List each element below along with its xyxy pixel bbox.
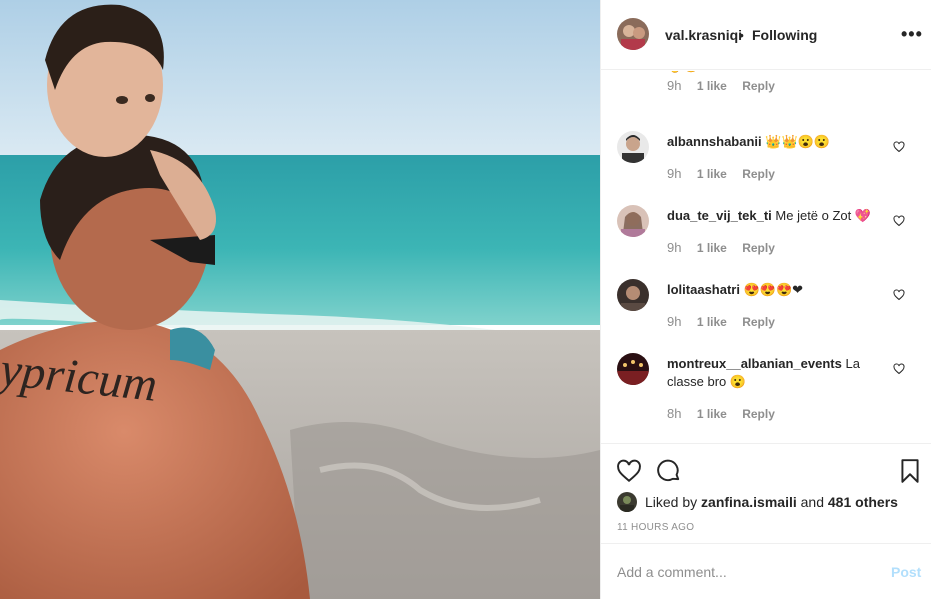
comments-list[interactable]: ✌😍 9h 1 like Reply albannshabanii 👑👑😮😮 9… <box>601 71 931 443</box>
post-actions: Liked by zanfina.ismaili and 481 others … <box>601 443 931 543</box>
header-separator: • <box>739 27 744 43</box>
comment-likes[interactable]: 1 like <box>697 241 727 255</box>
reply-button[interactable]: Reply <box>742 315 775 329</box>
comment-like-heart-icon[interactable] <box>893 289 905 301</box>
liked-by-prefix: Liked by <box>645 494 698 510</box>
commenter-avatar[interactable] <box>617 131 649 163</box>
comment-text: ✌😍 <box>667 71 877 75</box>
comment-meta: 9h 1 like Reply <box>667 314 775 329</box>
post-photo: ypricum <box>0 0 600 599</box>
add-comment-bar: Add a comment... Post <box>601 543 931 599</box>
beach-photo-image: ypricum <box>0 0 600 599</box>
post-header: val.krasniqi • Following ••• <box>601 0 931 70</box>
liked-by-connector: and <box>800 494 824 510</box>
likes-summary: Liked by zanfina.ismaili and 481 others <box>617 492 898 512</box>
liker-avatar[interactable] <box>617 492 637 512</box>
add-comment-input[interactable]: Add a comment... <box>617 564 727 580</box>
commenter-username[interactable]: albannshabanii <box>667 134 762 149</box>
commenter-username[interactable]: lolitaashatri <box>667 282 740 297</box>
comment-time[interactable]: 8h <box>667 406 681 421</box>
comment-likes[interactable]: 1 like <box>697 315 727 329</box>
comment-text: lolitaashatri 😍😍😍❤ <box>667 282 804 297</box>
bookmark-icon[interactable] <box>897 458 923 484</box>
reply-button[interactable]: Reply <box>742 167 775 181</box>
commenter-avatar[interactable] <box>617 279 649 311</box>
comment-time[interactable]: 9h <box>667 78 681 93</box>
comment-like-heart-icon[interactable] <box>893 215 905 227</box>
heart-outline-icon[interactable] <box>616 458 642 484</box>
commenter-username[interactable]: dua_te_vij_tek_ti <box>667 208 772 223</box>
comment-time[interactable]: 9h <box>667 314 681 329</box>
author-avatar[interactable] <box>617 18 649 50</box>
following-button[interactable]: Following <box>752 27 817 43</box>
comment-text: montreux__albanian_events La classe bro … <box>667 356 860 389</box>
comment-like-heart-icon[interactable] <box>893 363 905 375</box>
comment-meta: 9h 1 like Reply <box>667 240 775 255</box>
comment-meta: 9h 1 like Reply <box>667 78 775 93</box>
liked-by-others[interactable]: 481 others <box>828 494 898 510</box>
more-options-icon[interactable]: ••• <box>901 24 923 45</box>
comment-likes[interactable]: 1 like <box>697 407 727 421</box>
author-username[interactable]: val.krasniqi <box>665 27 742 43</box>
liked-by-user[interactable]: zanfina.ismaili <box>701 494 797 510</box>
comment-text: albannshabanii 👑👑😮😮 <box>667 134 831 149</box>
commenter-avatar[interactable] <box>617 205 649 237</box>
comment-likes[interactable]: 1 like <box>697 167 727 181</box>
comment-meta: 9h 1 like Reply <box>667 166 775 181</box>
comment-text: dua_te_vij_tek_ti Me jetë o Zot 💖 <box>667 208 872 223</box>
comment-likes[interactable]: 1 like <box>697 79 727 93</box>
post-timestamp[interactable]: 11 HOURS AGO <box>617 522 694 533</box>
reply-button[interactable]: Reply <box>742 407 775 421</box>
speech-bubble-icon[interactable] <box>656 458 682 484</box>
reply-button[interactable]: Reply <box>742 79 775 93</box>
commenter-avatar[interactable] <box>617 353 649 385</box>
post-comment-button[interactable]: Post <box>891 564 921 580</box>
comment-time[interactable]: 9h <box>667 166 681 181</box>
comment-time[interactable]: 9h <box>667 240 681 255</box>
post-side-panel: val.krasniqi • Following ••• ✌😍 9h 1 lik… <box>600 0 931 599</box>
comment-meta: 8h 1 like Reply <box>667 406 775 421</box>
comment-like-heart-icon[interactable] <box>893 141 905 153</box>
commenter-username[interactable]: montreux__albanian_events <box>667 356 842 371</box>
reply-button[interactable]: Reply <box>742 241 775 255</box>
